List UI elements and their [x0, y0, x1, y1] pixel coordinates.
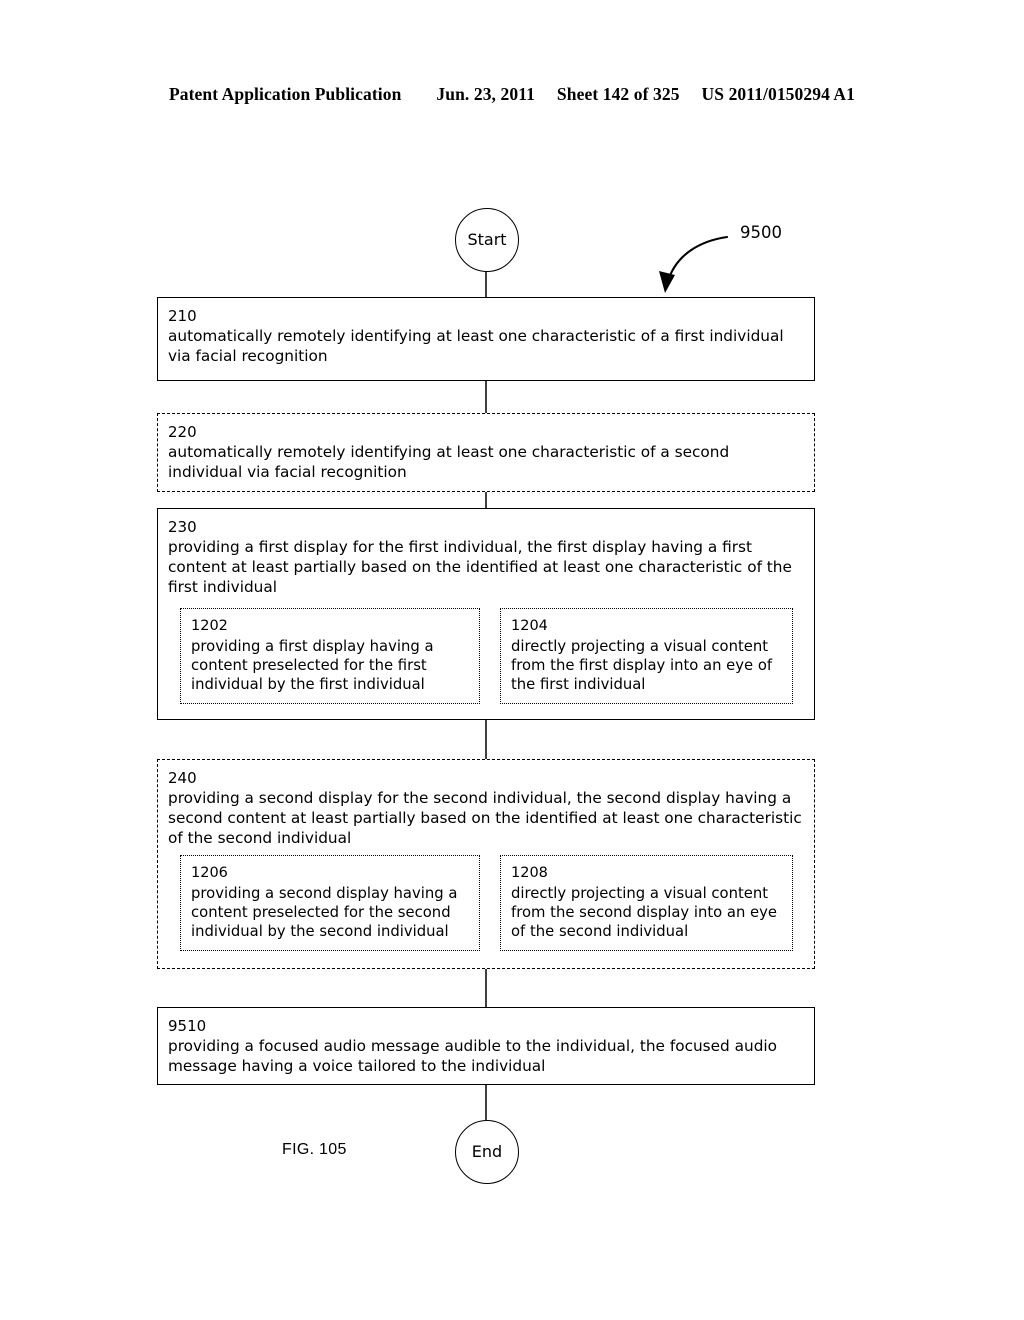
end-node-label: End — [471, 1142, 503, 1161]
substep-number-1206: 1206 — [191, 865, 228, 881]
step-box-9510: 9510 providing a focused audio message a… — [157, 1007, 815, 1085]
figure-label: FIG. 105 — [282, 1141, 347, 1158]
step-text-210: automatically remotely identifying at le… — [168, 327, 784, 366]
substep-text-1202: providing a first display having a conte… — [191, 637, 434, 694]
substep-box-1202: 1202 providing a first display having a … — [180, 608, 480, 704]
substep-text-1208: directly projecting a visual content fro… — [511, 884, 778, 941]
step-number-220: 220 — [168, 423, 197, 441]
substep-number-1202: 1202 — [191, 618, 228, 634]
step-text-240: providing a second display for the secon… — [168, 789, 802, 847]
step-text-9510: providing a focused audio message audibl… — [168, 1037, 778, 1076]
step-number-240: 240 — [168, 769, 197, 787]
end-node: End — [455, 1120, 519, 1184]
step-number-210: 210 — [168, 307, 197, 325]
start-node: Start — [455, 208, 519, 272]
step-box-220: 220 automatically remotely identifying a… — [157, 413, 815, 492]
substep-box-1206: 1206 providing a second display having a… — [180, 855, 480, 951]
reference-arrow-9500 — [659, 235, 729, 293]
step-box-210: 210 automatically remotely identifying a… — [157, 297, 815, 381]
substep-text-1206: providing a second display having a cont… — [191, 884, 458, 941]
flowchart-diagram: Start 9500 210 automatically remotely id… — [0, 0, 1024, 1320]
substep-box-1208: 1208 directly projecting a visual conten… — [500, 855, 793, 951]
substep-number-1208: 1208 — [511, 865, 548, 881]
step-text-230: providing a first display for the first … — [168, 538, 792, 596]
reference-numeral-9500: 9500 — [740, 223, 782, 242]
substep-number-1204: 1204 — [511, 618, 548, 634]
step-text-220: automatically remotely identifying at le… — [168, 443, 730, 482]
substep-box-1204: 1204 directly projecting a visual conten… — [500, 608, 793, 704]
substep-text-1204: directly projecting a visual content fro… — [511, 637, 773, 694]
start-node-label: Start — [467, 230, 507, 249]
step-number-230: 230 — [168, 518, 197, 536]
step-number-9510: 9510 — [168, 1017, 207, 1035]
